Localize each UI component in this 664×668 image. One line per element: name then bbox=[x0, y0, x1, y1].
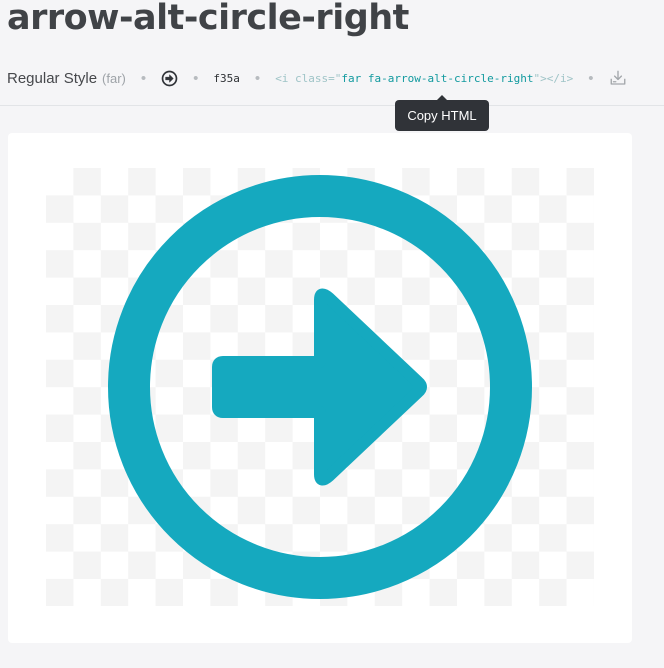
code-open-tag: <i class=" bbox=[275, 71, 342, 85]
arrow-alt-circle-right-icon bbox=[108, 175, 532, 599]
unicode-value[interactable]: f35a bbox=[213, 72, 240, 85]
icon-meta-bar: Regular Style (far) • • f35a • <i class=… bbox=[7, 62, 664, 94]
separator-dot: • bbox=[140, 69, 147, 87]
code-close-tag: "></i> bbox=[533, 71, 574, 85]
code-class-value: far fa-arrow-alt-circle-right bbox=[341, 71, 534, 85]
style-prefix: (far) bbox=[102, 70, 126, 86]
separator-dot: • bbox=[254, 69, 261, 87]
style-label: Regular Style bbox=[7, 69, 98, 87]
copy-html-tooltip: Copy HTML bbox=[395, 100, 489, 131]
download-icon[interactable] bbox=[609, 69, 627, 87]
icon-preview-card bbox=[8, 133, 632, 643]
arrow-alt-circle-right-icon bbox=[161, 70, 178, 87]
separator-dot: • bbox=[588, 69, 594, 87]
icon-detail-page: arrow-alt-circle-right Regular Style (fa… bbox=[0, 0, 664, 668]
copy-html-snippet[interactable]: <i class="far fa-arrow-alt-circle-right"… bbox=[275, 72, 573, 85]
separator-dot: • bbox=[193, 69, 199, 87]
page-title: arrow-alt-circle-right bbox=[7, 0, 409, 38]
header-divider bbox=[0, 105, 664, 106]
